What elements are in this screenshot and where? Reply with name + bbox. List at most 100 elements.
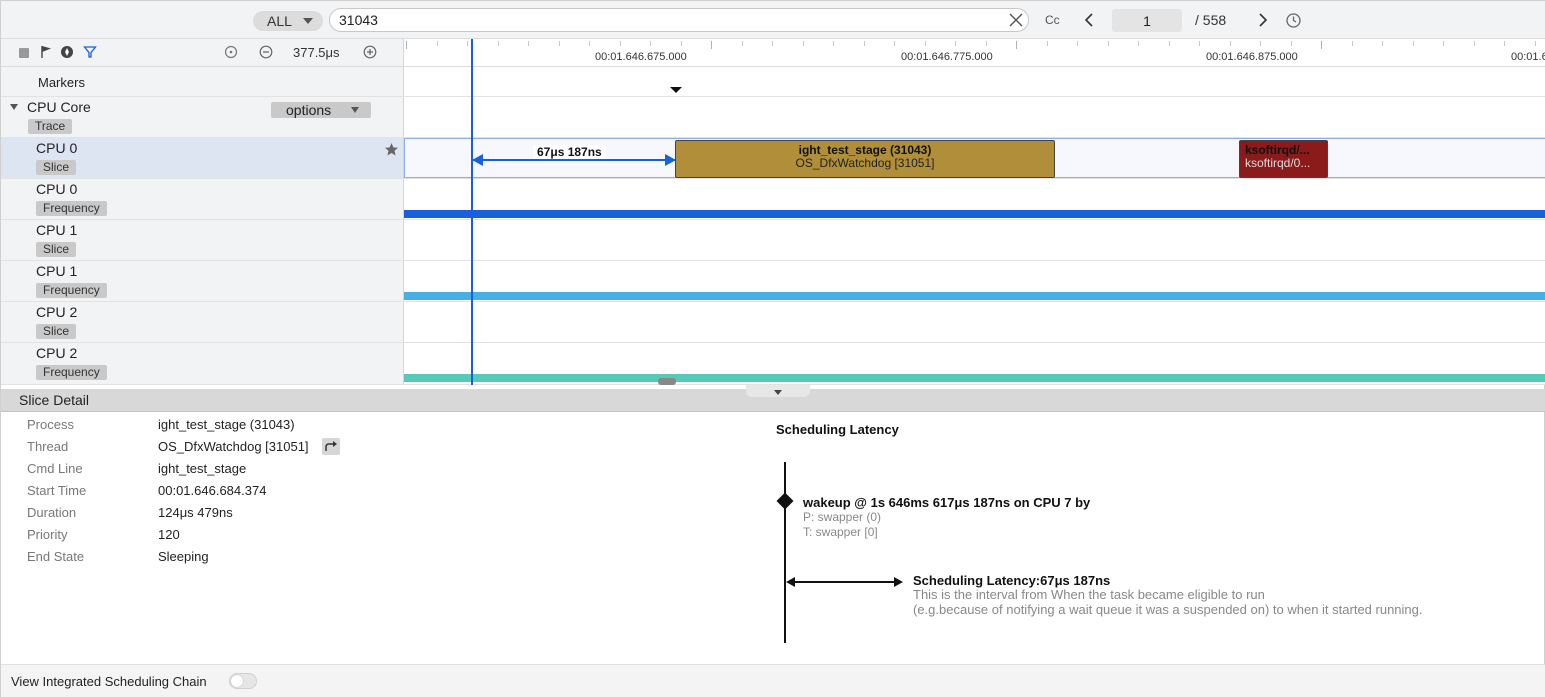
toggle-knob <box>231 675 243 687</box>
frequency-bar[interactable] <box>404 374 1545 382</box>
ruler-tick <box>1199 41 1200 46</box>
cpu2-slice-header[interactable]: CPU 2 Slice <box>1 302 404 342</box>
caret-down-icon[interactable] <box>10 104 18 110</box>
track-name: CPU 0 <box>36 140 78 156</box>
history-icon[interactable] <box>1285 12 1302 29</box>
slice-block-main[interactable]: ight_test_stage (31043) OS_DfxWatchdog [… <box>675 140 1055 178</box>
ruler-tick-label: 00:01.646.675.000 <box>595 51 687 63</box>
latency-label: 67μs 187ns <box>533 145 606 159</box>
app-frame: ALL Cc / 558 <box>0 0 1545 697</box>
track-name: CPU 0 <box>36 181 78 197</box>
ruler-tick <box>985 41 987 46</box>
markers-lane[interactable] <box>404 67 1545 96</box>
cpu0-frequency-lane[interactable] <box>404 179 1545 219</box>
field-label: Priority <box>27 527 68 542</box>
scheduling-chain-toggle[interactable] <box>229 673 257 689</box>
close-icon[interactable] <box>1007 11 1025 29</box>
jump-to-thread-icon[interactable] <box>322 438 340 455</box>
cpu1-slice-lane[interactable] <box>404 220 1545 260</box>
ruler-tick <box>863 41 865 46</box>
search-input[interactable] <box>329 8 1029 32</box>
ruler-tick <box>802 41 804 46</box>
detail-field-cmdline: Cmd Line ight_test_stage <box>1 461 701 483</box>
ruler-tick <box>650 41 651 46</box>
page-number-input[interactable] <box>1112 9 1182 32</box>
markers-label: Markers <box>38 75 85 90</box>
cpu0-slice-header[interactable]: CPU 0 Slice <box>1 138 404 178</box>
time-cursor-line[interactable] <box>471 39 473 385</box>
horizontal-scroll-thumb[interactable] <box>658 378 676 385</box>
cpu2-frequency-lane[interactable] <box>404 343 1545 384</box>
arrow-left-icon <box>786 577 795 587</box>
zoom-out-icon[interactable] <box>259 45 273 59</box>
scheduling-chain-label: View Integrated Scheduling Chain <box>11 674 207 689</box>
reset-zoom-icon[interactable] <box>224 45 238 59</box>
ruler-tick <box>1138 41 1139 46</box>
wakeup-thread: T: swapper [0] <box>803 525 878 539</box>
slice-block-ksoftirqd[interactable]: ksoftirqd/... ksoftirqd/0... <box>1239 140 1328 178</box>
ruler-tick <box>1107 41 1109 46</box>
ruler-tick <box>436 41 438 46</box>
ruler-tick <box>1412 41 1414 46</box>
track-name: CPU 1 <box>36 263 78 279</box>
field-value: 124μs 479ns <box>158 505 233 520</box>
arrow-right-icon <box>894 577 903 587</box>
time-ruler[interactable]: 00:01.646.675.000 00:01.646.775.000 00:0… <box>404 39 1545 67</box>
frequency-bar[interactable] <box>404 292 1545 300</box>
scope-select[interactable]: ALL <box>253 11 323 31</box>
zoom-in-icon[interactable] <box>363 45 377 59</box>
track-name: CPU 2 <box>36 304 78 320</box>
frequency-bar[interactable] <box>404 210 1545 218</box>
ruler-tick <box>1016 41 1017 49</box>
cpu0-frequency-header[interactable]: CPU 0 Frequency <box>1 179 404 219</box>
square-icon[interactable] <box>17 45 31 59</box>
options-dropdown[interactable]: options <box>271 102 371 118</box>
ruler-tick <box>1168 41 1170 46</box>
case-sensitive-button[interactable]: Cc <box>1045 13 1060 27</box>
cpu2-slice-lane[interactable] <box>404 302 1545 342</box>
ruler-tick-label: 00:01.646.775.000 <box>901 51 993 63</box>
chevron-left-icon[interactable] <box>1081 11 1097 29</box>
scheduling-latency-title: Scheduling Latency <box>776 422 899 437</box>
field-value: 120 <box>158 527 180 542</box>
ruler-tick <box>497 41 499 46</box>
star-icon[interactable] <box>384 142 399 157</box>
ruler-tick-label: 00:01.646.875.000 <box>1206 51 1298 63</box>
latency-arrow-line <box>472 159 675 161</box>
cpu1-frequency-lane[interactable] <box>404 261 1545 301</box>
flag-icon[interactable] <box>39 45 53 59</box>
latency-value: Scheduling Latency:67μs 187ns <box>913 573 1111 588</box>
cpu1-slice-row: CPU 1 Slice <box>1 220 1545 261</box>
chevron-right-icon[interactable] <box>1255 11 1271 29</box>
field-value: ight_test_stage <box>158 461 247 476</box>
ruler-tick-label: 00:01.6 <box>1511 51 1545 63</box>
field-label: Process <box>27 417 74 432</box>
slice-subtitle: OS_DfxWatchdog [31051] <box>795 156 935 170</box>
panel-resize-handle[interactable] <box>746 385 810 397</box>
field-label: Cmd Line <box>27 461 83 476</box>
cpu1-frequency-header[interactable]: CPU 1 Frequency <box>1 261 404 301</box>
chevron-down-icon <box>351 107 359 113</box>
ruler-tick <box>558 41 560 46</box>
track-tag: Slice <box>36 160 77 175</box>
cpu-core-group-header[interactable]: CPU Core Trace options <box>1 97 404 137</box>
wakeup-process: P: swapper (0) <box>803 510 882 524</box>
cpu0-frequency-row: CPU 0 Frequency <box>1 179 1545 220</box>
arrow-left-icon <box>472 154 483 166</box>
ruler-tick <box>1260 41 1261 46</box>
ruler-tick <box>833 41 834 46</box>
ruler-tick <box>1351 41 1353 46</box>
compass-icon[interactable] <box>60 45 74 59</box>
latency-description-line2: (e.g.because of notifying a wait queue i… <box>913 602 1423 617</box>
cpu2-frequency-header[interactable]: CPU 2 Frequency <box>1 343 404 384</box>
field-label: Thread <box>27 439 69 454</box>
caret-down-icon <box>774 390 782 395</box>
field-value: ight_test_stage (31043) <box>158 417 295 432</box>
cpu1-slice-header[interactable]: CPU 1 Slice <box>1 220 404 260</box>
zoom-level: 377.5μs <box>293 45 340 60</box>
marker-triangle-icon[interactable] <box>670 87 682 93</box>
filter-icon[interactable] <box>83 45 97 59</box>
markers-row: Markers <box>1 67 1545 97</box>
cpu0-slice-lane[interactable]: 67μs 187ns ight_test_stage (31043) OS_Df… <box>404 138 1545 178</box>
options-label: options <box>286 102 332 118</box>
